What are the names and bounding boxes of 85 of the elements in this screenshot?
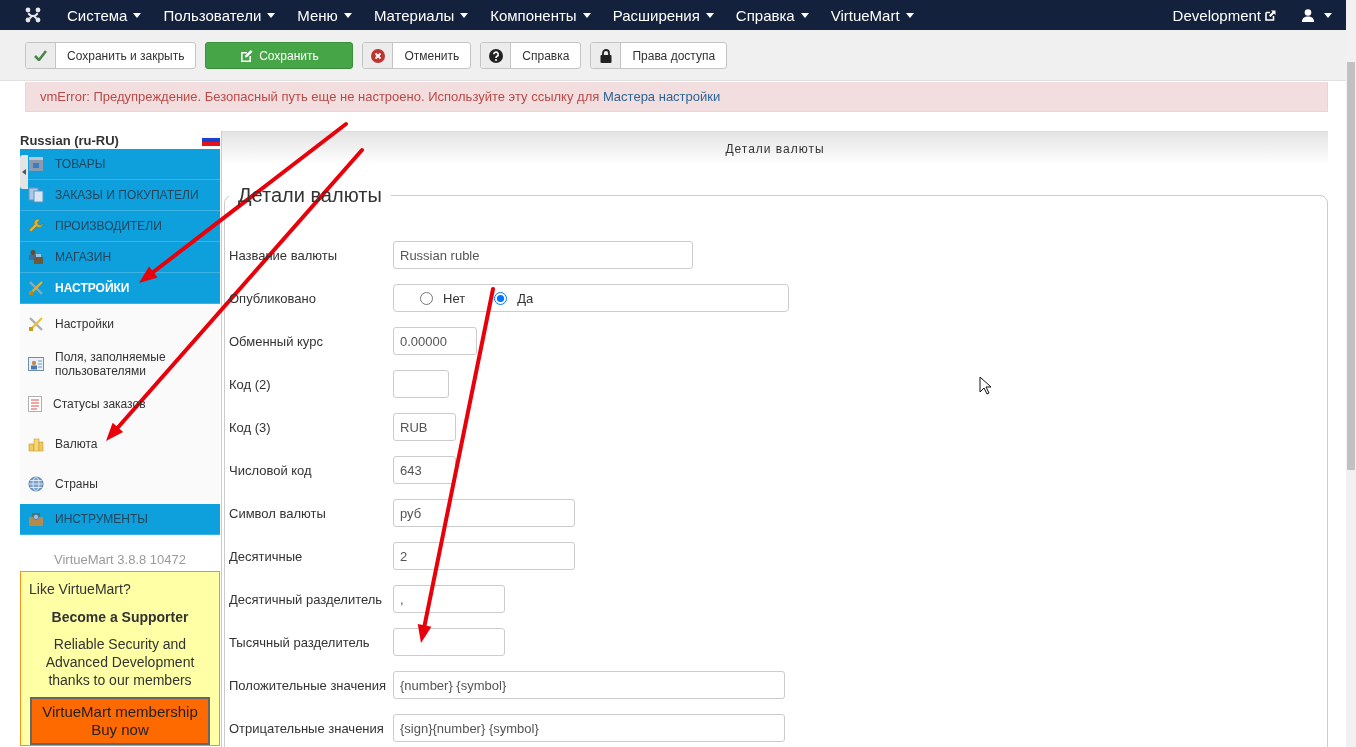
site-link[interactable]: Development — [1172, 6, 1276, 24]
text-input[interactable]: руб — [393, 499, 575, 527]
field-label: Отрицательные значения — [229, 720, 384, 736]
field-label: Код (2) — [229, 376, 271, 392]
sidebar-subitem[interactable]: Валюта — [55, 437, 98, 451]
sidebar-subitem[interactable]: Настройки — [55, 317, 114, 331]
text-input[interactable]: 643 — [393, 456, 456, 484]
field-label: Код (3) — [229, 419, 271, 435]
text-input[interactable]: {number} {symbol} — [393, 671, 785, 699]
tools-icon — [28, 316, 44, 332]
sidebar-subitem[interactable]: Страны — [55, 477, 98, 491]
membership-button[interactable]: VirtueMart membership Buy now — [30, 697, 210, 745]
toolbox-icon — [28, 511, 44, 527]
caret-icon — [800, 12, 809, 18]
caret-icon — [267, 12, 276, 18]
nav-menu-item[interactable]: Компоненты — [479, 0, 602, 30]
text-input[interactable] — [393, 370, 449, 398]
caret-icon — [133, 12, 142, 18]
field-label: Десятичные — [229, 548, 303, 564]
scrollbar[interactable] — [1346, 0, 1356, 747]
check-icon — [34, 50, 47, 61]
toolbar-button[interactable]: Права доступа — [590, 42, 728, 69]
tools-icon — [28, 280, 44, 296]
language-label: Russian (ru-RU) — [20, 132, 119, 148]
nav-menu-item[interactable]: Материалы — [362, 0, 480, 30]
promo-text: Reliable Security and Advanced Development thanks to our members — [44, 635, 196, 689]
caret-icon — [460, 12, 469, 18]
user-icon — [1302, 8, 1314, 22]
nav-menu-item[interactable]: Пользователи — [152, 0, 287, 30]
field-label: Символ валюты — [229, 505, 326, 521]
text-input[interactable]: , — [393, 585, 505, 613]
nav-menu-item[interactable]: Меню — [286, 0, 363, 30]
edit-icon — [240, 49, 254, 62]
text-input[interactable]: {sign}{number} {symbol} — [393, 714, 785, 742]
mouse-cursor-icon — [979, 376, 992, 395]
field-label: Тысячный разделитель — [229, 634, 370, 650]
collapse-handle-icon[interactable] — [20, 155, 28, 189]
text-input[interactable]: Russian ruble — [393, 241, 693, 269]
text-input[interactable] — [393, 628, 505, 656]
sidebar-menu-item[interactable]: МАГАЗИН — [20, 242, 220, 273]
alert-message: vmError: Предупреждение. Безопасный путь еще не настроено. Используйте эту ссылку для Мастера настройки — [40, 89, 721, 104]
sidebar-menu-item[interactable]: ТОВАРЫ — [20, 149, 220, 180]
toolbar-button[interactable]: Сохранить и закрыть — [25, 42, 197, 69]
radio-label: Да — [517, 290, 534, 306]
toolbar-button[interactable]: Отменить — [362, 42, 472, 69]
documents-icon — [28, 187, 44, 203]
promo-title: Become a Supporter — [50, 608, 190, 626]
external-link-icon — [1265, 9, 1276, 21]
cashier-icon — [28, 249, 44, 265]
wrench-icon — [28, 218, 44, 234]
version-label: VirtueMart 3.8.8 10472 — [53, 552, 187, 568]
radio-label: Нет — [443, 290, 466, 306]
text-input[interactable]: 0.00000 — [393, 327, 477, 355]
document-list-icon — [28, 396, 42, 412]
sidebar-menu-item[interactable]: ПРОИЗВОДИТЕЛИ — [20, 211, 220, 242]
field-label: Числовой код — [229, 462, 312, 478]
caret-icon — [343, 12, 352, 18]
box-icon — [28, 156, 44, 172]
field-label: Положительные значения — [229, 677, 386, 693]
sidebar-menu-item[interactable]: ЗАКАЗЫ И ПОКУПАТЕЛИ — [20, 180, 220, 211]
toolbar-button[interactable]: Справка — [480, 42, 582, 69]
id-card-icon — [28, 356, 44, 372]
nav-menu-item[interactable]: Система — [56, 0, 153, 30]
nav-menu-item[interactable]: Справка — [724, 0, 820, 30]
field-label: Обменный курс — [229, 333, 323, 349]
caret-icon — [582, 12, 591, 18]
field-label: Десятичный разделитель — [229, 591, 383, 607]
logo-icon — [25, 7, 41, 23]
promo-question: Like VirtueMart? — [29, 580, 132, 598]
flag-icon — [202, 134, 220, 146]
lock-icon — [599, 48, 612, 63]
globe-icon — [28, 476, 44, 492]
cancel-icon — [371, 48, 385, 63]
radio-button[interactable] — [420, 291, 433, 305]
caret-icon — [905, 12, 914, 18]
text-input[interactable]: RUB — [393, 413, 456, 441]
nav-menu-item[interactable]: VirtueMart — [819, 0, 925, 30]
caret-icon — [705, 12, 714, 18]
help-icon — [488, 48, 503, 63]
coins-icon — [28, 436, 44, 452]
caret-icon — [1324, 12, 1332, 18]
setup-wizard-link[interactable]: Мастера настройки — [602, 89, 721, 104]
text-input[interactable]: 2 — [393, 542, 575, 570]
radio-button[interactable] — [494, 291, 508, 305]
nav-menu-item[interactable]: Расширения — [601, 0, 725, 30]
